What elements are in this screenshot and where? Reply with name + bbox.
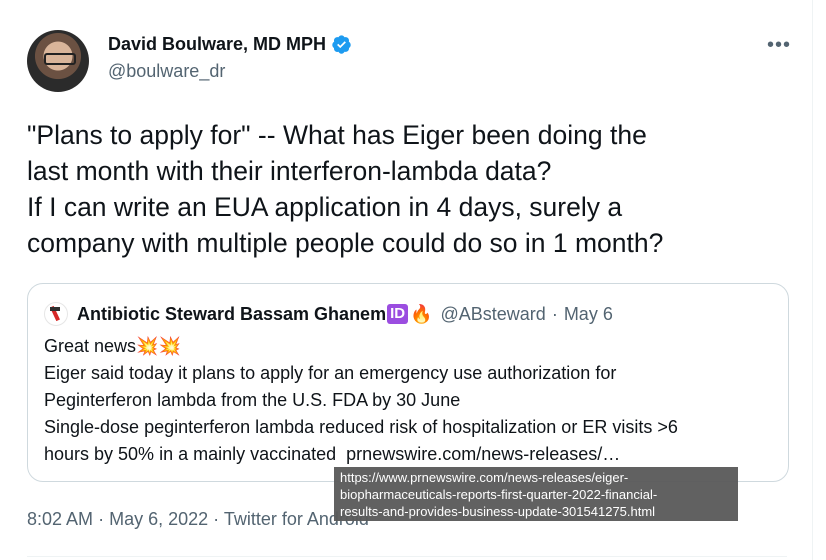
tweet-text: "Plans to apply for" -- What has Eiger b…	[27, 117, 787, 261]
author-avatar[interactable]	[27, 30, 89, 92]
quoted-text-line: Peginterferon lambda from the U.S. FDA b…	[44, 390, 461, 410]
quoted-tweet-header: Antibiotic Steward Bassam Ghanem ID 🔥 @A…	[44, 302, 613, 326]
divider	[27, 556, 787, 557]
author-handle[interactable]: @boulware_dr	[108, 61, 225, 82]
quoted-author-avatar-icon[interactable]	[44, 302, 68, 326]
tooltip-line: results-and-provides-business-update-301…	[340, 504, 656, 519]
quoted-tweet-text: Great news💥💥 Eiger said today it plans t…	[44, 333, 784, 468]
tweet-text-line: If I can write an EUA application in 4 d…	[27, 192, 623, 222]
tooltip-line: biopharmaceuticals-reports-first-quarter…	[340, 487, 658, 502]
tweet-date[interactable]: May 6, 2022	[109, 509, 208, 529]
tooltip-line: https://www.prnewswire.com/news-releases…	[340, 470, 629, 485]
avatar-glasses	[44, 53, 76, 65]
tweet-time[interactable]: 8:02 AM	[27, 509, 93, 529]
quoted-text-last-prefix: hours by 50% in a mainly vaccinated	[44, 444, 347, 464]
author-name-row[interactable]: David Boulware, MD MPH	[108, 34, 352, 55]
fire-emoji-icon: 🔥	[410, 303, 433, 324]
prnewswire-link[interactable]: prnewswire.com/news-releases/…	[346, 444, 620, 464]
verified-badge-icon	[332, 35, 351, 54]
id-badge-icon: ID	[387, 304, 409, 324]
quoted-tweet-date[interactable]: May 6	[564, 304, 613, 325]
quoted-date-separator: ·	[551, 303, 558, 324]
meta-separator: ·	[98, 509, 105, 529]
quoted-text-line: Great news💥💥	[44, 336, 181, 356]
quoted-author-handle[interactable]: @ABsteward	[441, 304, 546, 325]
quoted-author-name[interactable]: Antibiotic Steward Bassam Ghanem	[77, 304, 386, 325]
tweet-text-line: company with multiple people could do so…	[27, 228, 664, 258]
tweet-text-line: last month with their interferon-lambda …	[27, 156, 552, 186]
author-name[interactable]: David Boulware, MD MPH	[108, 34, 326, 55]
link-url-tooltip: https://www.prnewswire.com/news-releases…	[334, 467, 738, 521]
quoted-tweet-card[interactable]: Antibiotic Steward Bassam Ghanem ID 🔥 @A…	[27, 283, 789, 482]
meta-separator: ·	[213, 509, 220, 529]
quoted-text-line: Single-dose peginterferon lambda reduced…	[44, 417, 678, 437]
tweet-metadata: 8:02 AM · May 6, 2022 · Twitter for Andr…	[27, 509, 369, 530]
tweet-text-line: "Plans to apply for" -- What has Eiger b…	[27, 120, 647, 150]
quoted-text-line: hours by 50% in a mainly vaccinated prne…	[44, 441, 784, 468]
quoted-text-line: Eiger said today it plans to apply for a…	[44, 363, 617, 383]
more-options-icon[interactable]: •••	[767, 34, 791, 57]
